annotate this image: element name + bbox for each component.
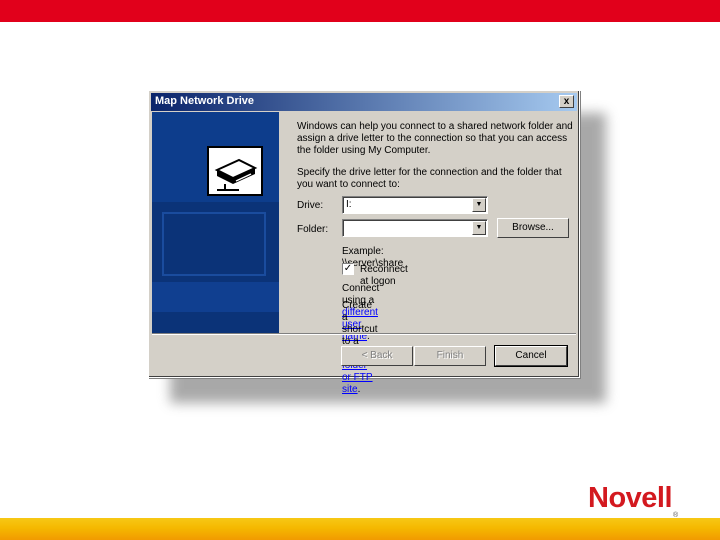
cancel-button[interactable]: Cancel	[494, 345, 568, 367]
folder-label: Folder:	[297, 224, 329, 235]
map-network-drive-dialog: Map Network Drive x Windows can help you…	[148, 90, 580, 395]
chevron-down-icon[interactable]: ▼	[472, 198, 486, 212]
close-icon: x	[563, 96, 570, 107]
drive-value: I:	[346, 199, 352, 210]
top-red-bar	[0, 0, 720, 22]
button-separator	[152, 333, 576, 335]
wizard-side-panel	[152, 112, 279, 333]
finish-button[interactable]: Finish	[414, 346, 486, 366]
side-panel-graphic-band	[152, 282, 279, 312]
back-button[interactable]: < Back	[341, 346, 413, 366]
side-panel-graphic-frame	[162, 212, 266, 276]
browse-button[interactable]: Browse...	[497, 218, 569, 238]
reconnect-checkbox[interactable]: ✓	[342, 263, 354, 275]
close-button[interactable]: x	[559, 95, 574, 108]
bottom-gold-bar	[0, 518, 720, 540]
network-drive-icon	[207, 146, 263, 196]
drive-select[interactable]: I: ▼	[342, 196, 488, 214]
dialog-title: Map Network Drive	[155, 95, 255, 107]
folder-input[interactable]: ▼	[342, 219, 488, 237]
logo-text: Novell	[588, 482, 673, 514]
drive-label: Drive:	[297, 200, 324, 211]
instruction-text: Specify the drive letter for the connect…	[297, 167, 562, 190]
novell-logo: Novell®	[588, 482, 678, 519]
shortcut-prefix: Create a shortcut to a	[342, 300, 378, 347]
intro-text: Windows can help you connect to a shared…	[297, 121, 573, 156]
title-bar[interactable]: Map Network Drive x	[151, 93, 577, 111]
chevron-down-icon[interactable]: ▼	[472, 221, 486, 235]
shortcut-suffix: .	[357, 384, 361, 395]
